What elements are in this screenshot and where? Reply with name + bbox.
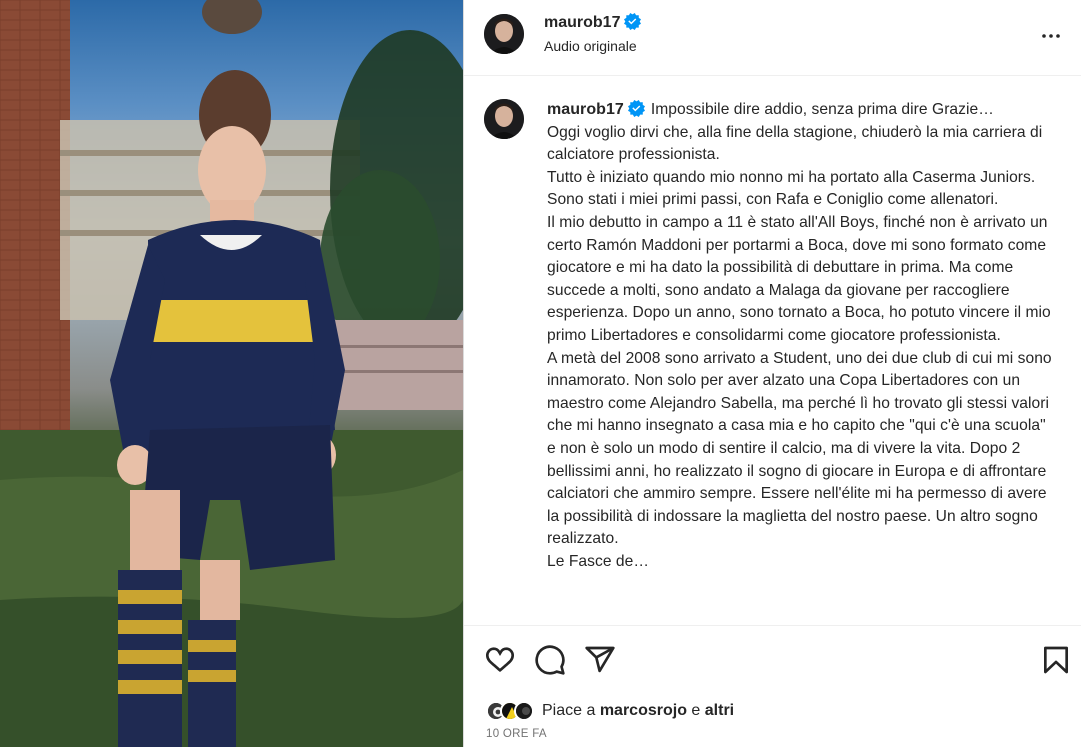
likes-text: Piace a marcosrojo e altri [542, 702, 734, 720]
author-username-text[interactable]: maurob17 [544, 14, 620, 31]
post-image [0, 0, 463, 747]
likes-prefix: Piace a [542, 702, 596, 719]
heart-icon[interactable] [484, 644, 516, 676]
author-avatar[interactable] [484, 14, 524, 54]
likes-summary: Piace a marcosrojo e altri [486, 698, 734, 724]
audio-label[interactable]: Audio originale [544, 38, 637, 54]
liker-avatar[interactable] [514, 701, 534, 721]
action-bar [464, 625, 1081, 697]
caption-author-avatar[interactable] [484, 99, 524, 139]
liker-username[interactable]: marcosrojo [600, 702, 687, 719]
caption-area[interactable]: maurob17 Impossibile dire addio, senza p… [464, 77, 1081, 625]
post-image-illustration [0, 0, 463, 747]
comment-icon[interactable] [534, 644, 566, 676]
caption-text: Impossibile dire addio, senza prima dire… [547, 101, 1052, 570]
likes-conjunction: e [691, 702, 701, 719]
post-header: maurob17 Audio originale [464, 0, 1081, 76]
verified-badge-icon [624, 13, 642, 30]
more-options-icon[interactable] [1037, 22, 1065, 50]
likes-others-link[interactable]: altri [705, 702, 734, 719]
share-icon[interactable] [584, 644, 616, 676]
caption-verified-badge-icon [627, 100, 645, 117]
post-caption: maurob17 Impossibile dire addio, senza p… [547, 99, 1057, 573]
caption-username[interactable]: maurob17 [547, 101, 624, 118]
bookmark-icon[interactable] [1040, 644, 1072, 676]
post-timestamp[interactable]: 10 ORE FA [486, 728, 547, 740]
post-sidebar: maurob17 Audio originale maurob17 Imposs… [464, 0, 1081, 747]
author-username[interactable]: maurob17 [544, 13, 642, 32]
